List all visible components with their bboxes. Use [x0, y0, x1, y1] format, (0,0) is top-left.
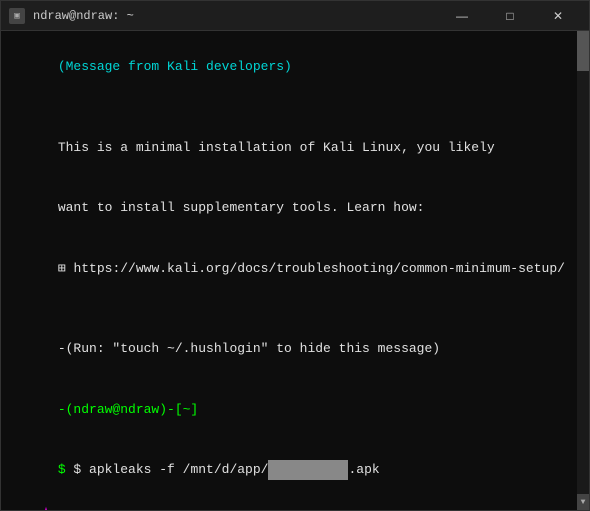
terminal-line-3: This is a minimal installation of Kali L…	[11, 118, 579, 178]
command-text: $ apkleaks -f /mnt/d/app/	[73, 462, 268, 477]
kali-message: (Message from Kali developers)	[58, 59, 292, 74]
terminal-line-4: want to install supplementary tools. Lea…	[11, 178, 579, 238]
apkleaks-logo	[11, 504, 579, 510]
kali-desc-1: This is a minimal installation of Kali L…	[58, 140, 495, 155]
terminal-window: ▣ ndraw@ndraw: ~ — □ ✕ ▼ (Message from K…	[0, 0, 590, 511]
hushlogin-hint: -(Run: "touch ~/.hushlogin" to hide this…	[58, 341, 440, 356]
kali-desc-2: want to install supplementary tools. Lea…	[58, 200, 425, 215]
close-button[interactable]: ✕	[535, 1, 581, 31]
scrollbar-thumb[interactable]	[577, 31, 589, 71]
titlebar: ▣ ndraw@ndraw: ~ — □ ✕	[1, 1, 589, 31]
kali-url: ⊞ https://www.kali.org/docs/troubleshoot…	[58, 261, 565, 276]
scrollbar[interactable]: ▼	[577, 31, 589, 510]
terminal-line-8: -(ndraw@ndraw)-[~]	[11, 379, 579, 439]
prompt-dollar: $	[58, 462, 74, 477]
terminal-line-5: ⊞ https://www.kali.org/docs/troubleshoot…	[11, 238, 579, 298]
terminal-line-2	[11, 97, 579, 117]
terminal-line-6	[11, 299, 579, 319]
minimize-button[interactable]: —	[439, 1, 485, 31]
terminal-line-1: (Message from Kali developers)	[11, 37, 579, 97]
maximize-button[interactable]: □	[487, 1, 533, 31]
apk-ext: .apk	[348, 462, 379, 477]
window-controls: — □ ✕	[439, 1, 581, 31]
logo-svg	[11, 504, 351, 510]
redacted-filename	[268, 460, 348, 480]
terminal-line-9: $ $ apkleaks -f /mnt/d/app/ .apk	[11, 440, 579, 500]
app-icon: ▣	[9, 8, 25, 24]
terminal-body: ▼ (Message from Kali developers) This is…	[1, 31, 589, 510]
window-title: ndraw@ndraw: ~	[33, 9, 439, 23]
terminal-line-7: -(Run: "touch ~/.hushlogin" to hide this…	[11, 319, 579, 379]
prompt-user: -(ndraw@ndraw)-[~]	[58, 402, 198, 417]
